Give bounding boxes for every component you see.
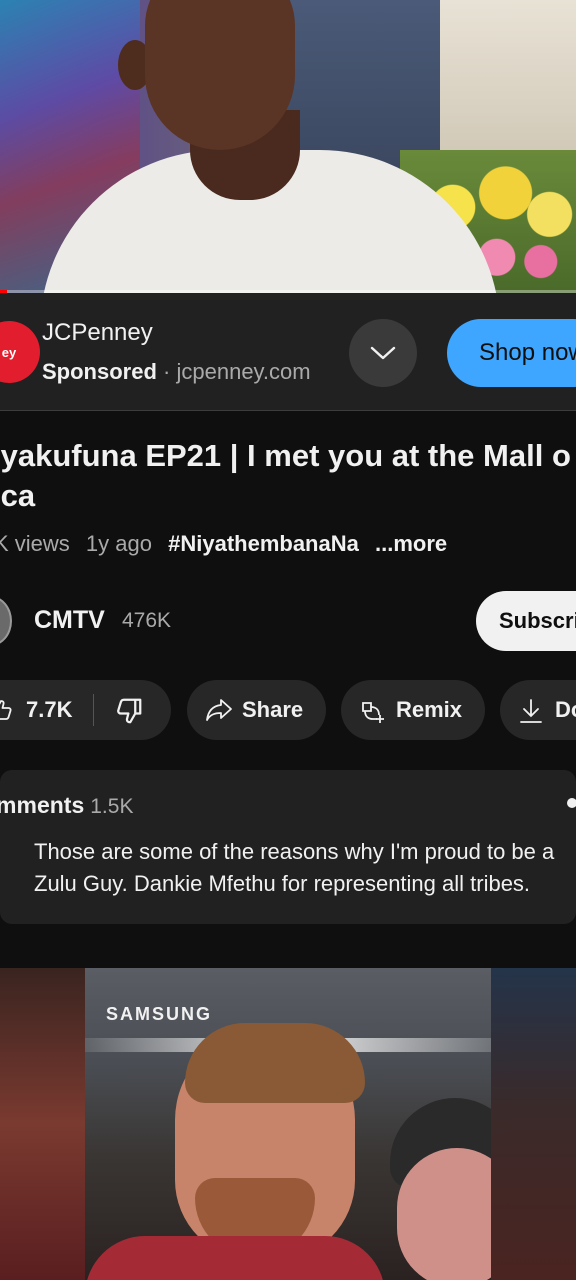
video-title-line-1: iyakufuna EP21 | I met you at the Mall o	[0, 438, 571, 473]
subscribe-button[interactable]: Subscribe	[476, 591, 576, 651]
shop-now-button[interactable]: Shop now	[447, 319, 576, 387]
ad-domain: jcpenney.com	[176, 359, 311, 384]
top-comment-text: Those are some of the reasons why I'm pr…	[34, 839, 555, 896]
channel-avatar[interactable]	[0, 596, 12, 646]
comments-title: omments	[0, 792, 85, 818]
comments-count: 1.5K	[90, 795, 134, 818]
share-arrow-icon	[206, 699, 232, 721]
video-frame-person	[145, 0, 295, 150]
like-dislike-group: 7.7K	[0, 680, 171, 740]
watch-page: ey JCPenney Sponsored · jcpenney.com Sho…	[0, 0, 576, 1280]
comments-indicator-dot	[567, 798, 576, 808]
hashtag-link[interactable]: #NiyathembanaNa	[168, 531, 359, 556]
download-icon	[520, 699, 542, 723]
sponsored-label: Sponsored	[42, 359, 157, 384]
expand-ad-button[interactable]	[349, 319, 417, 387]
comments-section[interactable]: omments1.5K Those are some of the reason…	[0, 770, 576, 924]
short-thumbnail-main[interactable]: SAMSUNG	[85, 968, 491, 1280]
download-label: Download	[555, 697, 576, 722]
download-button[interactable]: Download	[500, 680, 576, 740]
chevron-down-icon	[370, 346, 396, 360]
video-meta[interactable]: K views 1y ago #NiyathembanaNa ...more	[0, 531, 457, 557]
short-thumbnail-left[interactable]	[0, 968, 85, 1280]
ad-meta: Sponsored · jcpenney.com	[42, 359, 311, 385]
share-button[interactable]: Share	[187, 680, 326, 740]
thumbs-up-icon[interactable]	[0, 698, 14, 722]
like-count[interactable]: 7.7K	[26, 697, 72, 723]
remix-button[interactable]: Remix	[341, 680, 485, 740]
thumbs-down-icon[interactable]	[114, 696, 144, 726]
short-thumbnail-right[interactable]	[491, 968, 576, 1280]
video-title[interactable]: iyakufuna EP21 | I met you at the Mall o…	[0, 436, 576, 516]
sponsored-ad[interactable]: ey JCPenney Sponsored · jcpenney.com Sho…	[0, 293, 576, 411]
advertiser-logo[interactable]: ey	[0, 321, 40, 383]
remix-label: Remix	[396, 697, 463, 722]
meta-separator: ·	[163, 359, 171, 384]
upload-age: 1y ago	[85, 531, 152, 556]
view-count: K views	[0, 531, 70, 556]
share-label: Share	[242, 697, 304, 722]
video-player[interactable]	[0, 0, 576, 293]
advertiser-name: JCPenney	[42, 319, 153, 346]
comments-header: omments1.5K	[0, 792, 133, 819]
channel-name[interactable]: CMTV	[34, 606, 105, 635]
like-divider	[93, 694, 94, 726]
video-title-line-2: ica	[0, 478, 36, 513]
more-description-link[interactable]: ...more	[375, 531, 447, 556]
shorts-shelf: SAMSUNG	[0, 968, 576, 1280]
remix-icon	[362, 702, 384, 723]
samsung-logo: SAMSUNG	[106, 1004, 213, 1024]
subscriber-count: 476K	[122, 609, 172, 632]
